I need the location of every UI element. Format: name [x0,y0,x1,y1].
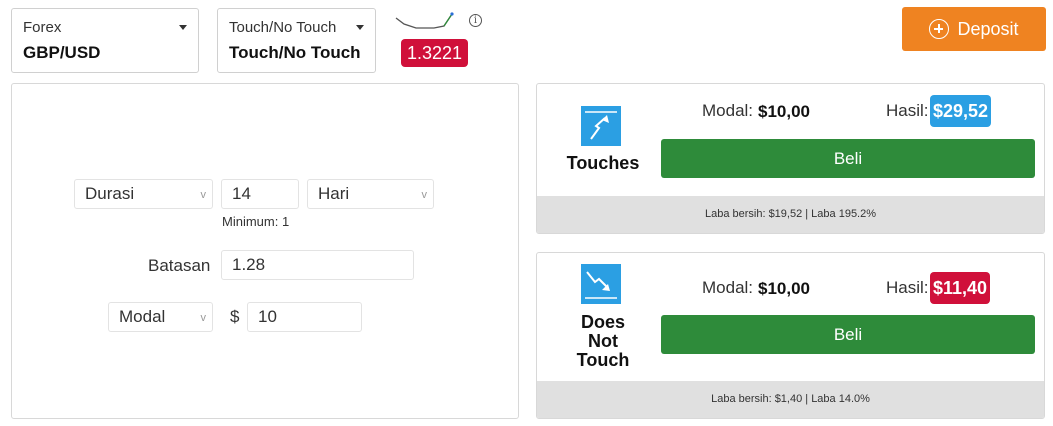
stake-value-input[interactable] [258,303,361,331]
stake-type-select[interactable]: Modal v [108,302,213,332]
no-touch-modal-label: Modal: [702,278,754,297]
touches-option-name: Touches [566,153,640,173]
touches-hasil-label: Hasil: [886,101,929,120]
touches-modal-value: $10,00 [758,102,810,121]
does-not-touch-option-card: Does Not Touch Modal: $10,00 Hasil: $11,… [536,252,1045,419]
barrier-label: Batasan [148,256,211,275]
chevron-down-icon: v [200,312,207,324]
deposit-button[interactable]: Deposit [902,7,1046,51]
no-touch-down-arrow-icon [581,264,621,304]
deposit-label: Deposit [957,18,1019,39]
caret-down-icon [179,25,187,30]
asset-selector[interactable]: Forex GBP/USD [11,8,199,73]
option-type-value: Touch/No Touch [229,43,361,62]
no-touch-modal-value: $10,00 [758,279,810,298]
duration-type-select[interactable]: Durasi v [74,179,213,209]
touches-profit-footer: Laba bersih: $19,52 | Laba 195.2% [537,196,1044,233]
barrier-input[interactable] [221,250,414,280]
touches-buy-button[interactable]: Beli [661,139,1035,178]
chevron-down-icon: v [200,189,207,201]
no-touch-hasil-label: Hasil: [886,278,929,297]
trade-form-panel: Durasi v Hari v Minimum: 1 Batasan Modal… [11,83,519,419]
info-circle-icon[interactable]: i [469,14,482,27]
does-not-touch-option-name: Does Not Touch [561,313,645,370]
option-type-category-label: Touch/No Touch [229,19,337,36]
touch-up-arrow-icon [581,106,621,146]
touches-modal-label: Modal: [702,101,754,120]
duration-type-value: Durasi [85,184,135,203]
stake-type-value: Modal [119,307,166,326]
chevron-down-icon: v [421,189,428,201]
stake-input[interactable] [247,302,362,332]
touches-option-card: Touches Modal: $10,00 Hasil: $29,52 Beli… [536,83,1045,234]
touches-hasil-value: $29,52 [930,95,992,127]
plus-circle-icon [929,19,950,39]
duration-input[interactable] [221,179,299,209]
no-touch-profit-footer: Laba bersih: $1,40 | Laba 14.0% [537,381,1044,418]
option-type-selector[interactable]: Touch/No Touch Touch/No Touch [217,8,376,73]
no-touch-buy-button[interactable]: Beli [661,315,1035,354]
current-price-badge: 1.3221 [401,39,469,67]
asset-value: GBP/USD [23,43,101,62]
no-touch-hasil-value: $11,40 [930,272,991,304]
currency-symbol: $ [230,307,240,326]
option-name-line: Does [580,312,625,332]
option-name-line: Touch [576,350,630,370]
duration-unit-select[interactable]: Hari v [307,179,434,209]
duration-value-input[interactable] [232,180,298,208]
option-name-line: Not [588,331,618,351]
duration-minimum-note: Minimum: 1 [222,214,290,229]
caret-down-icon [356,25,364,30]
duration-unit-value: Hari [318,184,350,203]
asset-category-label: Forex [23,19,62,36]
sparkline-chart-icon [395,12,454,29]
barrier-value-input[interactable] [232,251,413,279]
